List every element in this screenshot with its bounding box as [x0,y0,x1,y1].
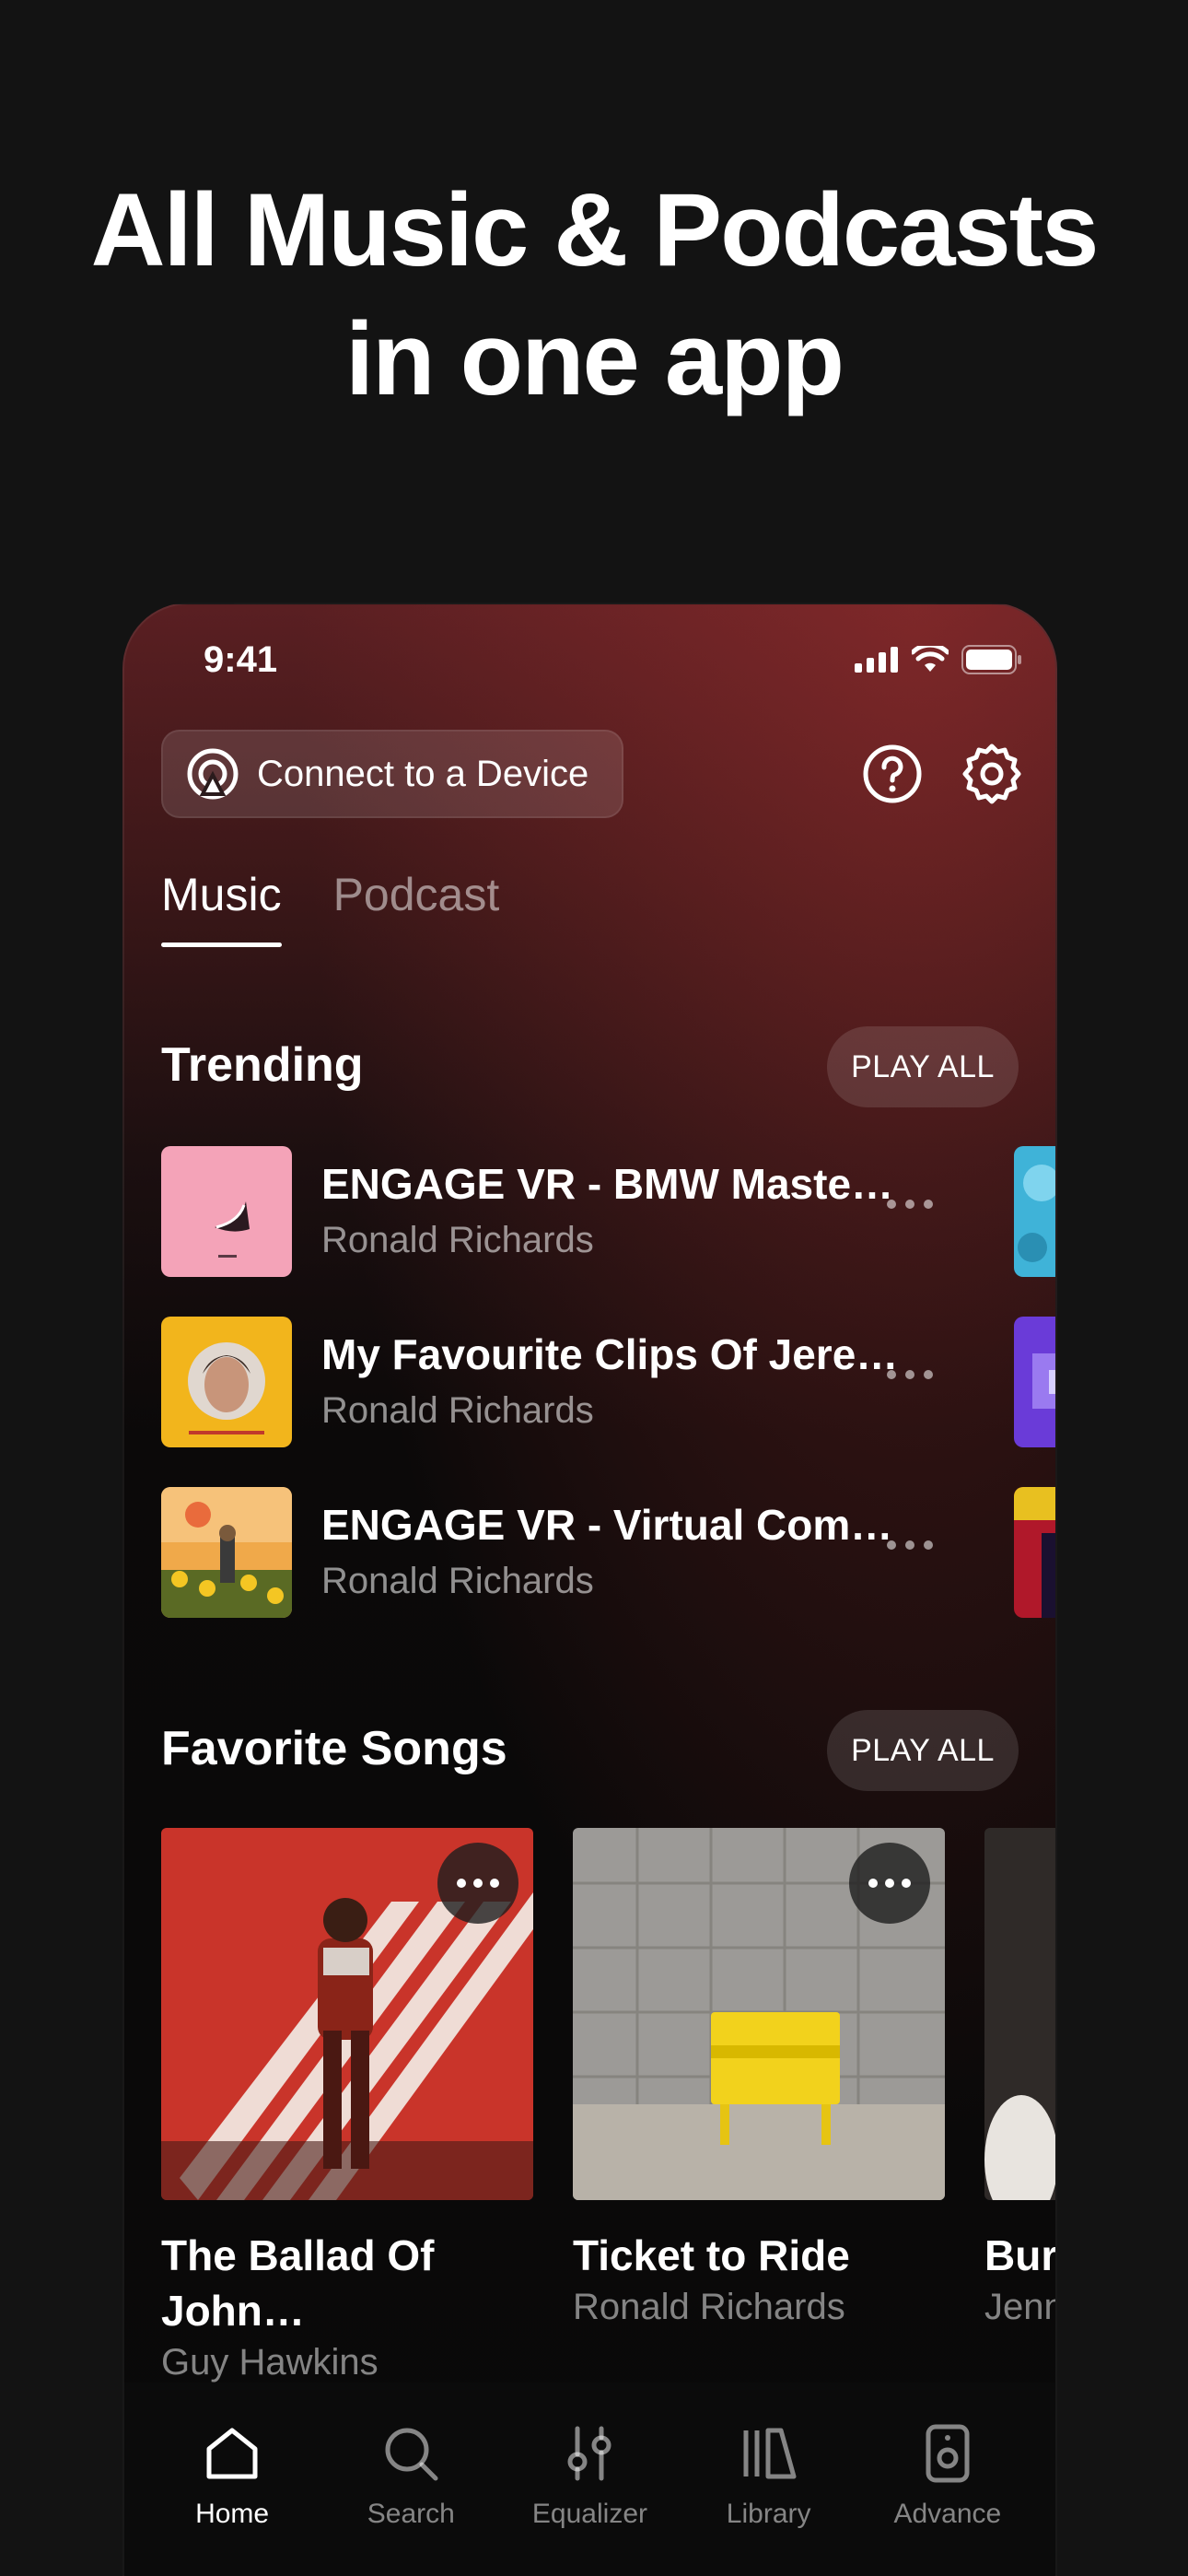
airplay-icon [187,748,239,800]
trending-title: Trending [161,1038,364,1092]
home-icon [206,2428,258,2479]
connect-device-button[interactable]: Connect to a Device [161,730,623,818]
wifi-icon [912,646,949,672]
next-column-artwork [1014,1317,1055,1447]
connect-device-label: Connect to a Device [257,753,589,794]
track-more-icon[interactable] [887,1540,933,1550]
track-title: ENGAGE VR - BMW Maste… [321,1160,894,1208]
tab-music[interactable]: Music [161,868,282,947]
nav-home-label: Home [195,2499,270,2529]
favorite-song-card-1[interactable]: The Ballad Of John… Guy Hawkins [161,1828,533,2383]
track-artist: Ronald Richards [321,1390,594,1431]
track-title: My Favourite Clips Of Jere… [321,1330,899,1378]
headline-line-2: in one app [345,301,844,416]
card-more-icon[interactable] [437,1843,518,1924]
track-more-icon[interactable] [887,1200,933,1209]
nav-search-label: Search [367,2499,455,2529]
nav-library[interactable]: Library [681,2383,856,2576]
next-column-artwork [1014,1487,1055,1618]
nav-equalizer-label: Equalizer [531,2499,647,2529]
speaker-icon [926,2424,970,2483]
bottom-navigation: Home Search Equalizer Library Advance [124,2383,1055,2576]
cellular-signal-icon [855,647,898,673]
track-artwork [161,1317,292,1447]
status-icons [855,645,1022,674]
settings-gear-icon[interactable] [961,743,1023,805]
nav-advance-label: Advance [893,2499,1002,2529]
nav-search[interactable]: Search [323,2383,498,2576]
headline: All Music & Podcasts in one app [0,166,1188,424]
nav-advance[interactable]: Advance [860,2383,1035,2576]
card-more-icon[interactable] [849,1843,930,1924]
song-artist: Guy Hawkins [161,2342,379,2383]
trending-play-all-button[interactable]: PLAY ALL [827,1026,1019,1107]
track-artwork [161,1487,292,1618]
track-title: ENGAGE VR - Virtual Com… [321,1501,893,1549]
favorite-songs-title: Favorite Songs [161,1722,507,1775]
trending-track-3[interactable]: ENGAGE VR - Virtual Com… Ronald Richards [161,1487,1055,1618]
trending-track-1[interactable]: ENGAGE VR - BMW Maste… Ronald Richards [161,1146,1055,1277]
track-more-icon[interactable] [887,1370,933,1379]
next-column-artwork [1014,1146,1055,1277]
headline-line-1: All Music & Podcasts [90,172,1100,287]
song-title: Burn the… [984,2231,1057,2279]
song-title: The Ballad Of John… [161,2231,435,2335]
song-artist: Ronald Richards [573,2287,845,2327]
search-icon [385,2428,438,2481]
trending-track-2[interactable]: My Favourite Clips Of Jere… Ronald Richa… [161,1317,1055,1447]
nav-library-label: Library [726,2499,811,2529]
status-time: 9:41 [204,639,278,680]
nav-equalizer[interactable]: Equalizer [502,2383,677,2576]
library-icon [743,2428,797,2479]
song-artist: Jenn [984,2287,1057,2327]
favorite-song-card-3[interactable]: Burn the… Jenn [984,1828,1057,2328]
content-tabs: Music Podcast [161,868,499,947]
song-artwork [984,1828,1055,2200]
favorite-song-card-2[interactable]: Ticket to Ride Ronald Richards [573,1828,945,2328]
phone-frame: 9:41 Connect to a Device Music Podcast T… [122,603,1057,2576]
status-bar: 9:41 [124,604,1055,715]
track-artist: Ronald Richards [321,1220,594,1260]
help-icon[interactable] [861,743,924,805]
track-artist: Ronald Richards [321,1561,594,1601]
song-title: Ticket to Ride [573,2231,850,2279]
equalizer-icon [567,2426,611,2481]
tab-podcast[interactable]: Podcast [333,868,500,947]
nav-home[interactable]: Home [145,2383,320,2576]
song-artwork [573,1828,945,2200]
favorites-play-all-button[interactable]: PLAY ALL [827,1710,1019,1791]
track-artwork [161,1146,292,1277]
battery-icon [961,645,1021,674]
song-artwork [161,1828,533,2200]
